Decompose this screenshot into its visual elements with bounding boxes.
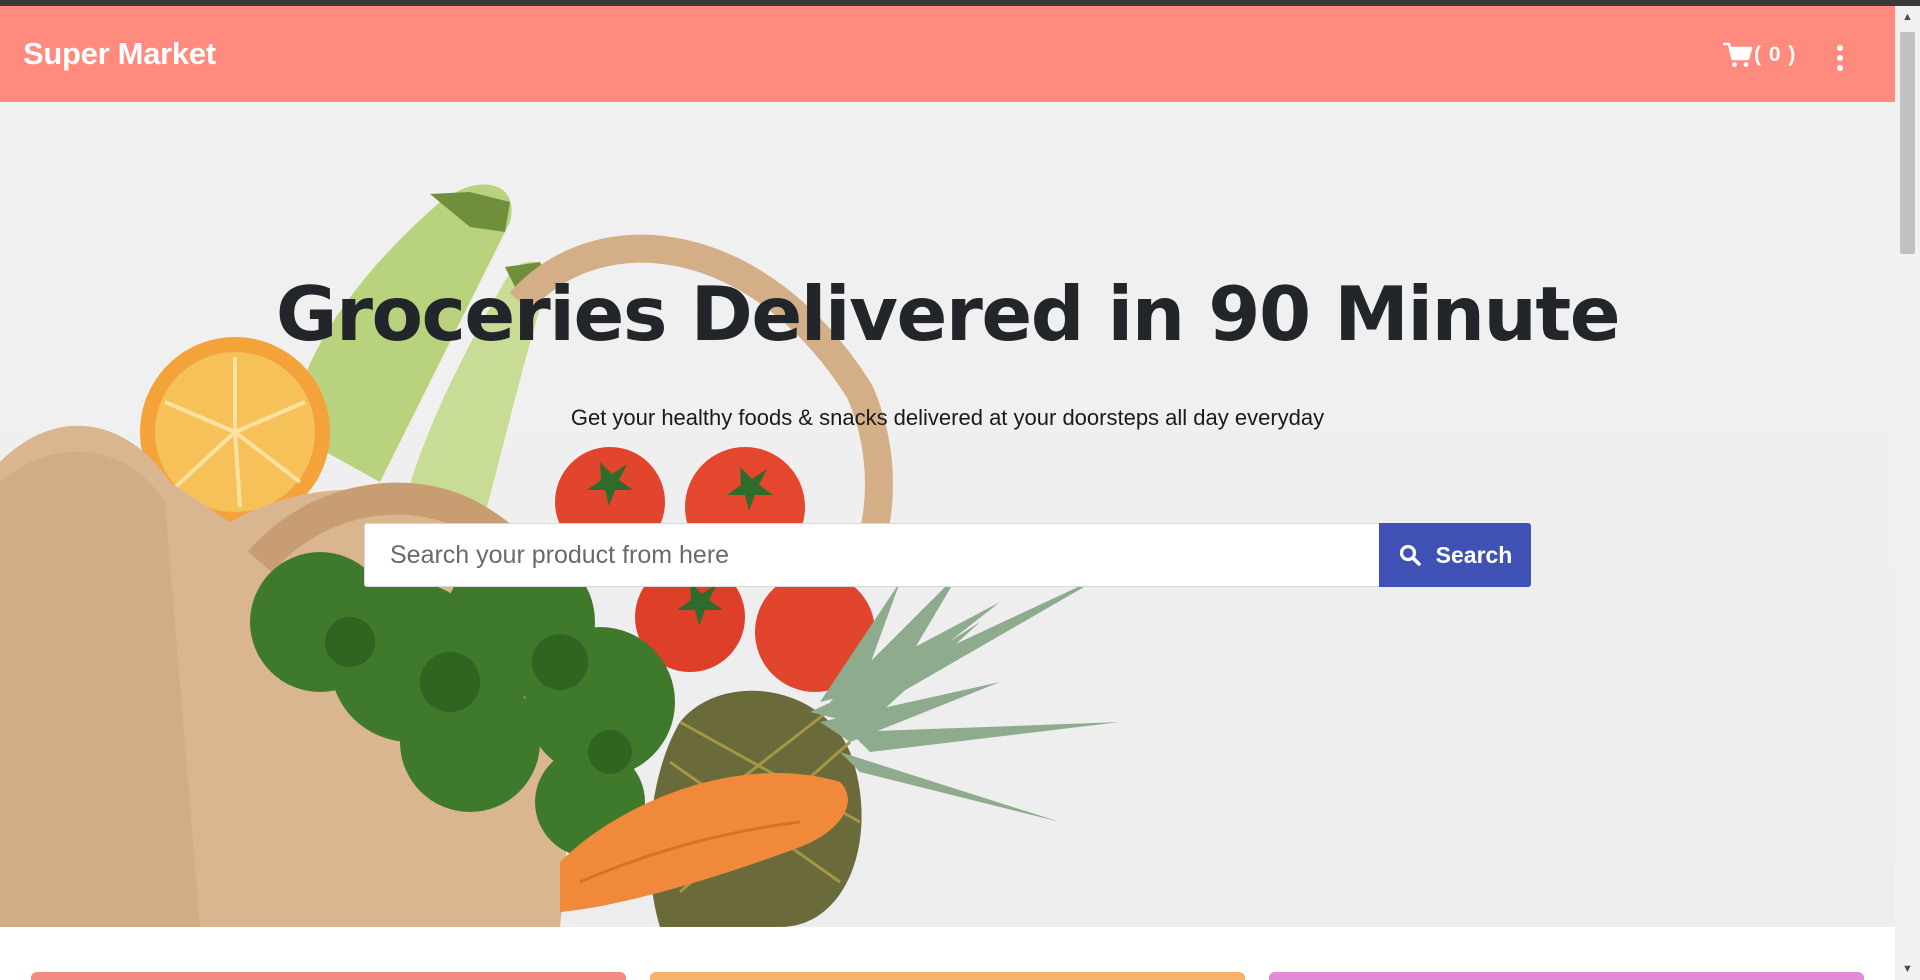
category-card[interactable] (650, 972, 1245, 980)
scrollbar-thumb[interactable] (1900, 32, 1915, 254)
hero-banner: Groceries Delivered in 90 Minute Get you… (0, 102, 1895, 927)
product-search: Search (364, 523, 1531, 587)
cart-count: ( 0 ) (1754, 43, 1797, 66)
search-button-label: Search (1435, 541, 1513, 568)
category-cards-row (0, 927, 1895, 980)
category-card[interactable] (31, 972, 626, 980)
scroll-up-arrow-icon[interactable]: ▲ (1895, 6, 1920, 28)
groceries-bag-illustration (0, 184, 1120, 927)
more-vertical-icon (1837, 45, 1843, 51)
scroll-down-arrow-icon[interactable]: ▼ (1895, 958, 1920, 980)
brand-logo[interactable]: Super Market (23, 36, 216, 72)
more-menu-button[interactable] (1830, 42, 1850, 74)
cart-button[interactable]: ( 0 ) (1723, 42, 1796, 68)
search-icon (1399, 544, 1421, 566)
page-scrollbar[interactable]: ▲ ▼ (1895, 6, 1920, 980)
hero-title: Groceries Delivered in 90 Minute (275, 270, 1621, 358)
category-card[interactable] (1269, 972, 1864, 980)
navbar: Super Market ( 0 ) (0, 6, 1895, 102)
search-button[interactable]: Search (1379, 523, 1531, 587)
cart-icon (1723, 42, 1753, 67)
hero-subtitle: Get your healthy foods & snacks delivere… (570, 405, 1325, 430)
search-input[interactable] (364, 523, 1379, 587)
